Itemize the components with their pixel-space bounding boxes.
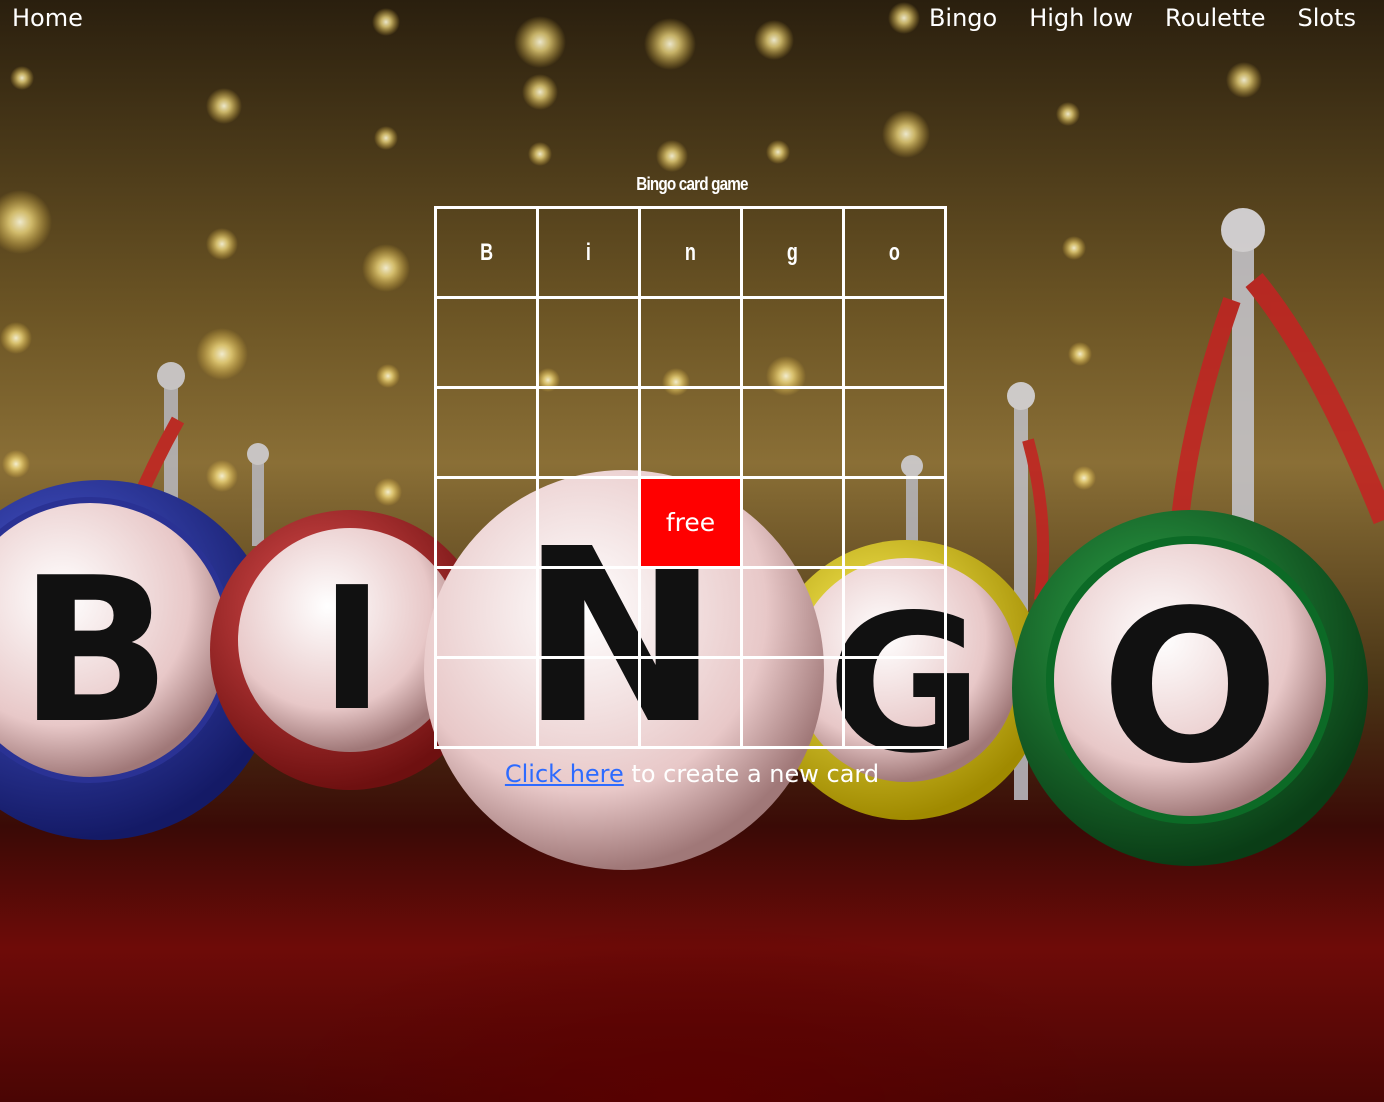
bingo-cell[interactable]: [434, 386, 539, 479]
bingo-cell[interactable]: [842, 386, 947, 479]
svg-text:I: I: [320, 551, 383, 749]
bingo-cell[interactable]: [536, 386, 641, 479]
bingo-free-cell[interactable]: free: [638, 476, 743, 569]
page-title: Bingo card game: [636, 174, 748, 194]
nav-slots-link[interactable]: Slots: [1298, 4, 1357, 32]
bingo-cell[interactable]: [638, 656, 743, 749]
bingo-cell[interactable]: [638, 386, 743, 479]
bingo-cell[interactable]: [434, 296, 539, 389]
bingo-row: [434, 296, 947, 389]
bingo-header-cell: g: [740, 206, 845, 299]
bingo-cell[interactable]: [842, 566, 947, 659]
nav-home-link[interactable]: Home: [12, 4, 83, 32]
svg-text:B: B: [19, 535, 171, 768]
nav-bingo-link[interactable]: Bingo: [929, 4, 997, 32]
bingo-row: [434, 386, 947, 479]
bingo-cell[interactable]: [740, 566, 845, 659]
bingo-header-cell: B: [434, 206, 539, 299]
bingo-header-i: i: [585, 238, 591, 266]
bingo-cell[interactable]: [536, 476, 641, 569]
top-nav-left: Home: [12, 4, 83, 32]
bingo-cell[interactable]: [536, 296, 641, 389]
bingo-cell[interactable]: [740, 476, 845, 569]
bingo-header-cell: o: [842, 206, 947, 299]
bingo-cell[interactable]: [740, 656, 845, 749]
bingo-cell[interactable]: [740, 296, 845, 389]
bingo-header-cell: i: [536, 206, 641, 299]
bingo-row: [434, 566, 947, 659]
bingo-header-o: o: [888, 238, 900, 266]
bingo-cell[interactable]: [740, 386, 845, 479]
bingo-cell[interactable]: [842, 296, 947, 389]
bingo-cell[interactable]: [536, 566, 641, 659]
bingo-cell[interactable]: [434, 566, 539, 659]
bingo-card: B i n g o free: [434, 206, 947, 749]
new-card-link[interactable]: Click here: [505, 760, 624, 788]
new-card-prompt: Click here to create a new card: [0, 760, 1384, 788]
bingo-cell[interactable]: [434, 476, 539, 569]
new-card-text: to create a new card: [623, 760, 880, 788]
top-nav-right: Bingo High low Roulette Slots: [929, 4, 1356, 32]
bingo-header-row: B i n g o: [434, 206, 947, 299]
bingo-cell[interactable]: [842, 656, 947, 749]
bingo-row: [434, 656, 947, 749]
bingo-header-cell: n: [638, 206, 743, 299]
bingo-header-n: n: [684, 238, 696, 266]
nav-roulette-link[interactable]: Roulette: [1165, 4, 1266, 32]
bingo-row: free: [434, 476, 947, 569]
bingo-cell[interactable]: [638, 566, 743, 659]
bingo-cell[interactable]: [536, 656, 641, 749]
bingo-cell[interactable]: [638, 296, 743, 389]
bingo-header-g: g: [786, 238, 798, 266]
nav-high-low-link[interactable]: High low: [1029, 4, 1133, 32]
bingo-cell[interactable]: [842, 476, 947, 569]
bingo-cell[interactable]: [434, 656, 539, 749]
bingo-header-b: B: [479, 238, 494, 266]
